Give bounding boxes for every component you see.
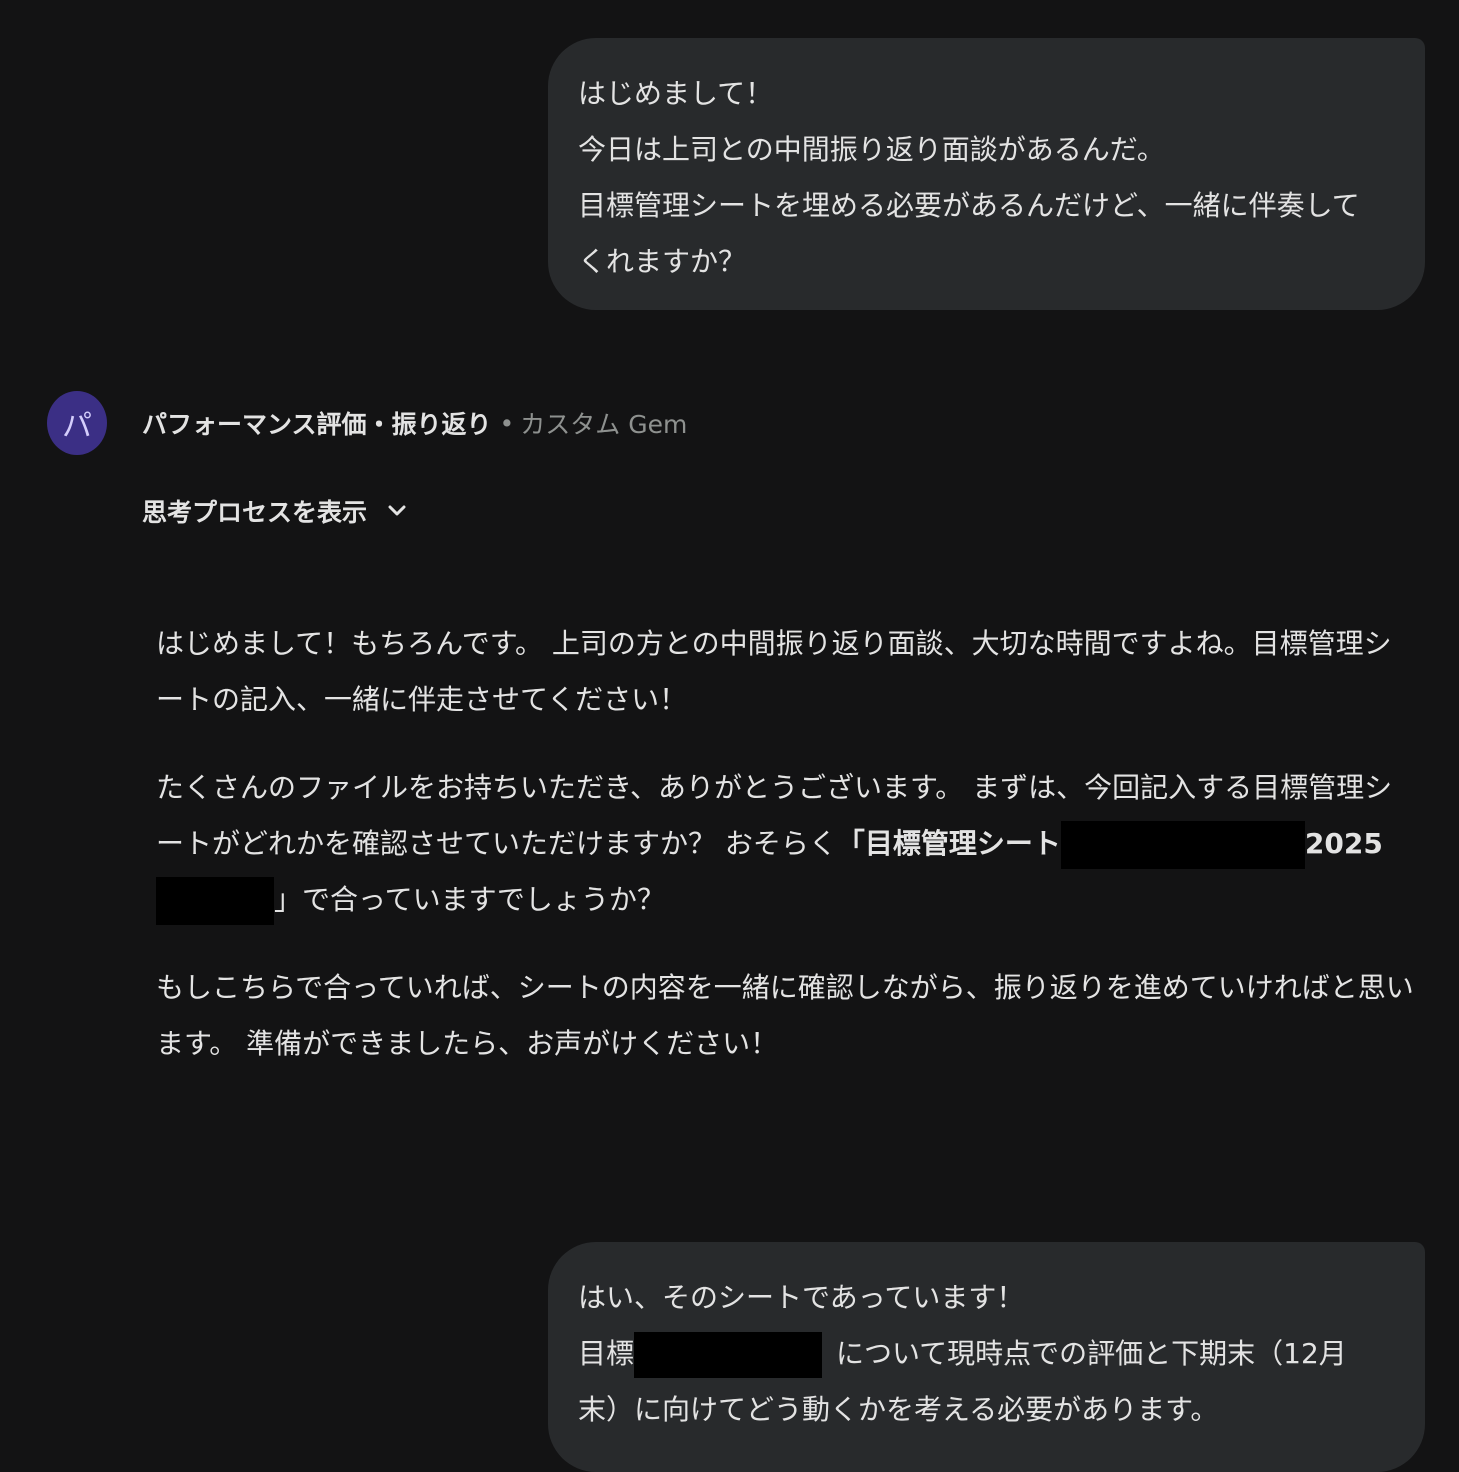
message-line: はじめまして！	[578, 77, 774, 110]
chevron-down-icon	[388, 505, 406, 516]
message-line: 目標管理シートを埋める必要があるんだけど、一緒に伴奏して	[578, 189, 1360, 222]
message-line: 末）に向けてどう動くかを考える必要があります。	[578, 1393, 1219, 1426]
gem-type-label: カスタム Gem	[520, 410, 688, 439]
response-text: はじめまして！もちろんです。 上司の方との中間振り返り面談、大切な時間ですよね。…	[156, 627, 1392, 716]
user-message-bubble: はい、そのシートであっています！ 目標 について現時点での評価と下期末（12月 末…	[548, 1242, 1425, 1472]
sheet-year-bold: 2025	[1304, 827, 1383, 860]
message-line: 目標 について現時点での評価と下期末（12月	[578, 1326, 1395, 1382]
redacted-block	[156, 877, 274, 925]
sheet-name-bold: 「目標管理シート	[836, 827, 1061, 860]
redacted-block	[634, 1332, 823, 1378]
response-text: 」で合っていますでしょうか？	[274, 883, 665, 916]
response-paragraph: もしこちらで合っていれば、シートの内容を一緒に確認しながら、振り返りを進めていけ…	[156, 960, 1416, 1072]
message-line: はい、そのシートであっています！	[578, 1281, 1025, 1314]
response-paragraph: はじめまして！もちろんです。 上司の方との中間振り返り面談、大切な時間ですよね。…	[156, 616, 1416, 728]
message-text: について現時点での評価と下期末（12月	[836, 1337, 1347, 1370]
user-message-bubble: はじめまして！ 今日は上司との中間振り返り面談があるんだ。 目標管理シートを埋め…	[548, 38, 1425, 310]
gem-header: パフォーマンス評価・振り返り • カスタム Gem	[142, 403, 687, 443]
message-line: 今日は上司との中間振り返り面談があるんだ。	[578, 133, 1165, 166]
response-paragraph: たくさんのファイルをお持ちいただき、ありがとうございます。 まずは、今回記入する…	[156, 760, 1416, 928]
redacted-block	[1060, 821, 1305, 869]
show-thinking-label: 思考プロセスを表示	[142, 498, 368, 527]
message-line: くれますか？	[578, 245, 747, 278]
gem-name: パフォーマンス評価・振り返り	[142, 410, 492, 439]
message-text: 目標	[578, 1337, 635, 1370]
gem-response: はじめまして！もちろんです。 上司の方との中間振り返り面談、大切な時間ですよね。…	[156, 616, 1416, 1104]
gem-avatar: パ	[47, 391, 107, 455]
show-thinking-button[interactable]: 思考プロセスを表示	[142, 491, 409, 531]
avatar-letter: パ	[62, 409, 92, 444]
response-text: もしこちらで合っていれば、シートの内容を一緒に確認しながら、振り返りを進めていけ…	[156, 971, 1414, 1060]
gem-separator: •	[499, 408, 515, 438]
